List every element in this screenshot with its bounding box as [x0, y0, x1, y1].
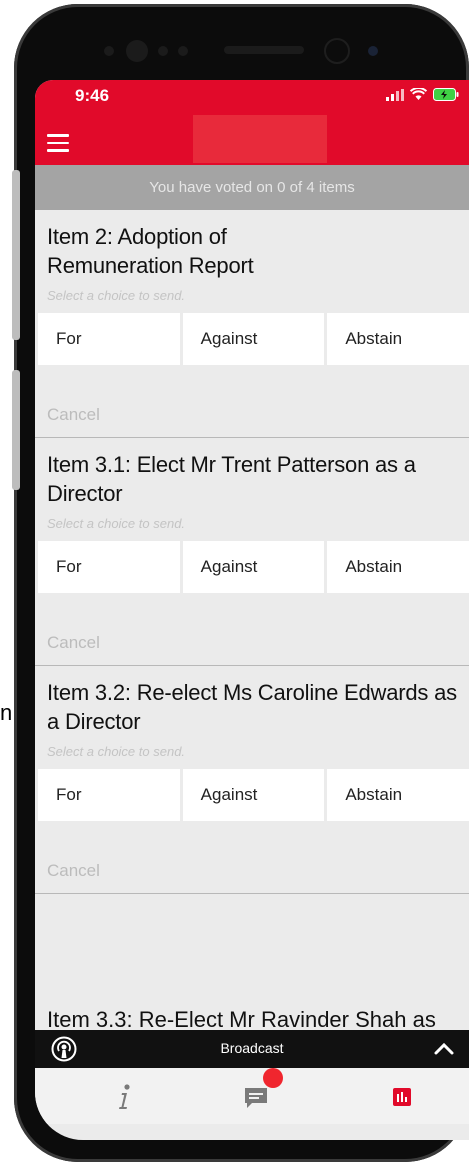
- resolution-title: Item 2: Adoption of Remuneration Report: [47, 224, 254, 278]
- resolution-hint: Select a choice to send.: [47, 288, 186, 303]
- resolution-hint: Select a choice to send.: [47, 744, 186, 759]
- vote-progress-banner: You have voted on 0 of 4 items: [35, 165, 469, 210]
- stray-text: n: [0, 700, 13, 725]
- sensor-bar: [74, 32, 454, 80]
- choice-abstain-button[interactable]: Abstain: [327, 769, 469, 821]
- wifi-icon: [410, 88, 427, 100]
- resolution-title: Item 3.1: Elect Mr Trent Patterson as a …: [47, 452, 416, 506]
- choice-abstain-button[interactable]: Abstain: [327, 541, 469, 593]
- resolution-item: Item 2: Adoption of Remuneration Report …: [35, 222, 469, 438]
- choice-abstain-button[interactable]: Abstain: [327, 313, 469, 365]
- broadcast-label: Broadcast: [220, 1040, 284, 1056]
- choice-group: For Against Abstain: [35, 313, 469, 365]
- resolution-item: Item 3.1: Elect Mr Trent Patterson as a …: [35, 450, 469, 666]
- info-icon: [119, 1084, 130, 1109]
- tab-info[interactable]: [107, 1080, 141, 1114]
- cancel-button[interactable]: Cancel: [47, 405, 457, 425]
- choice-for-button[interactable]: For: [38, 313, 180, 365]
- choice-for-button[interactable]: For: [38, 541, 180, 593]
- resolution-title: Item 3.2: Re-elect Ms Caroline Edwards a…: [47, 680, 457, 734]
- resolution-item: Item 3.2: Re-elect Ms Caroline Edwards a…: [35, 678, 469, 894]
- resolution-list: Item 2: Adoption of Remuneration Report …: [35, 210, 469, 894]
- system-icons: [386, 88, 459, 101]
- chevron-up-icon[interactable]: [433, 1038, 455, 1060]
- hamburger-icon[interactable]: [47, 134, 69, 152]
- volume-button: [12, 170, 20, 340]
- signal-icon: [386, 88, 404, 101]
- bottom-tab-bar: [35, 1068, 469, 1124]
- cancel-button[interactable]: Cancel: [47, 861, 457, 881]
- choice-for-button[interactable]: For: [38, 769, 180, 821]
- choice-against-button[interactable]: Against: [182, 769, 325, 821]
- resolution-hint: Select a choice to send.: [47, 516, 186, 531]
- bar-chart-icon: [393, 1088, 411, 1106]
- broadcast-bar[interactable]: Broadcast: [35, 1030, 469, 1068]
- status-time: 9:46: [75, 86, 110, 105]
- app-screen: 9:46 You have voted on 0 of 4 items Item…: [35, 80, 469, 1140]
- cancel-button[interactable]: Cancel: [47, 633, 457, 653]
- notification-badge: [263, 1068, 283, 1088]
- choice-against-button[interactable]: Against: [182, 541, 325, 593]
- battery-icon: [433, 88, 459, 101]
- choice-against-button[interactable]: Against: [182, 313, 325, 365]
- choice-group: For Against Abstain: [35, 769, 469, 821]
- choice-group: For Against Abstain: [35, 541, 469, 593]
- status-bar: 9:46: [35, 80, 469, 118]
- app-bar: [35, 115, 469, 165]
- app-logo: [193, 115, 327, 163]
- side-button: [12, 370, 20, 490]
- phone-frame: 9:46 You have voted on 0 of 4 items Item…: [12, 4, 469, 1162]
- tab-results[interactable]: [385, 1080, 419, 1114]
